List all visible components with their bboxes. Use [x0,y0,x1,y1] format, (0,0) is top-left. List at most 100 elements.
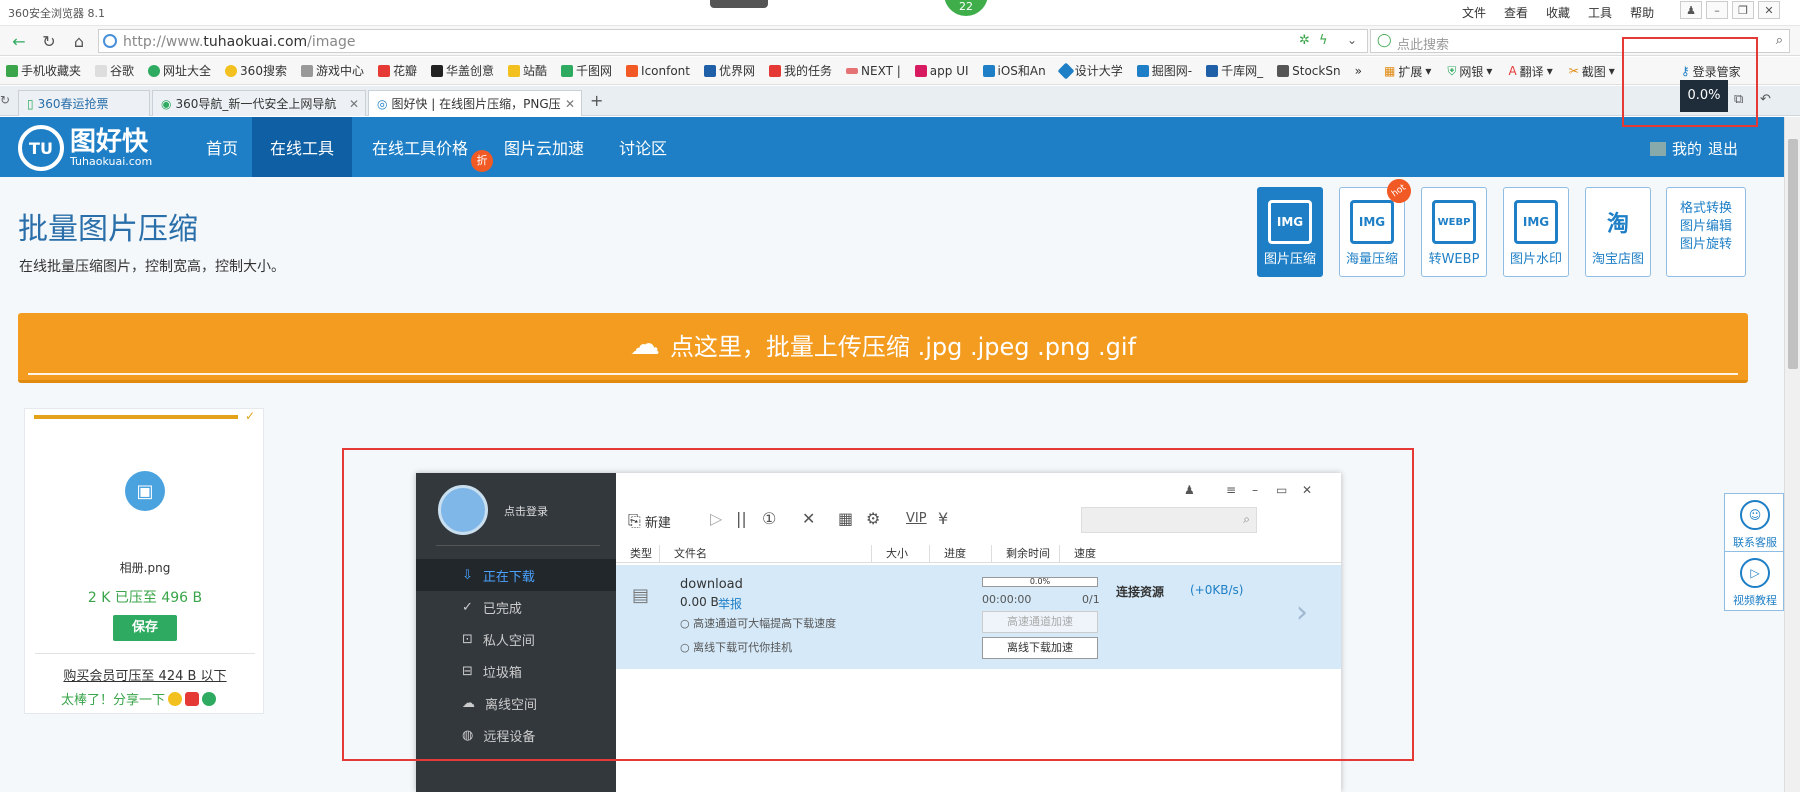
wechat-icon[interactable] [202,691,217,706]
link-format-convert[interactable]: 格式转换 [1667,200,1745,218]
bookmark-iconfont[interactable]: Iconfont [626,64,690,78]
circle-icon [225,64,238,77]
refresh-icon[interactable]: ↻ [38,30,60,52]
extension-button[interactable]: ▦ 扩展 ▾ [1384,63,1431,80]
bookmark-next[interactable]: NEXT | [846,64,901,78]
bookmark-uisdc[interactable]: 优界网 [704,62,755,79]
logo-mark: TU [18,125,64,171]
menu-tools[interactable]: 工具 [1588,4,1612,21]
bookmark-zcool[interactable]: 站酷 [508,62,547,79]
top-handle[interactable] [710,0,768,8]
bookmark-tasks[interactable]: 我的任务 [769,62,832,79]
close-tab-icon[interactable]: ✕ [565,97,575,111]
bookmark-sites[interactable]: 网址大全 [148,62,211,79]
scrollbar-thumb[interactable] [1788,139,1798,369]
security-icon[interactable]: ✲ [1299,33,1310,48]
video-tutorial-button[interactable]: ▷ 视频教程 [1725,552,1785,610]
speed-icon[interactable]: ϟ [1319,33,1328,48]
maximize-button[interactable]: ❐ [1732,1,1754,19]
browser-title: 360安全浏览器 8.1 [8,7,105,20]
logo-domain: Tuhaokuai.com [70,154,153,168]
divider [35,653,255,654]
bookmark-huaban[interactable]: 花瓣 [377,62,417,79]
bookmark-more[interactable]: » [1355,64,1362,78]
bookmark-google[interactable]: 谷歌 [95,62,134,79]
cloud-icon [1136,64,1149,77]
menu-file[interactable]: 文件 [1462,4,1486,21]
bookmark-juetu[interactable]: 掘图网- [1136,62,1192,79]
save-button[interactable]: 保存 [113,615,177,641]
taobao-icon: 淘 [1606,212,1629,237]
image-icon: IMG [1268,200,1312,244]
bookmark-design[interactable]: 设计大学 [1057,62,1123,79]
camera-icon [1277,64,1290,77]
search-engine-icon[interactable]: ◯ [1377,33,1392,48]
my-account-link[interactable]: 我的 [1672,138,1702,159]
nav-pricing[interactable]: 在线工具价格 [360,117,480,177]
highlight-box [342,448,1414,761]
translate-button[interactable]: A 翻译 ▾ [1508,63,1552,80]
qzone-icon[interactable] [168,691,183,706]
vip-link[interactable]: 购买会员可压至 424 B 以下 [25,665,265,684]
scrollbar[interactable] [1784,117,1800,792]
upload-label: 点这里，批量上传压缩 .jpg .jpeg .png .gif [669,332,1137,361]
url-field[interactable]: http://www.tuhaokuai.com/image ✲ ϟ ⌄ [98,29,1368,53]
bookmark-58pic[interactable]: 千图网 [561,62,612,79]
bookmark-ios[interactable]: iOS和An [982,62,1046,79]
minimize-button[interactable]: – [1706,1,1728,19]
share-label: 太棒了！分享一下 [61,693,166,708]
g-icon [430,64,443,77]
check-icon: ✓ [245,409,256,423]
bookmark-stocksnap[interactable]: StockSn [1277,64,1341,78]
diamond-icon [1057,62,1075,79]
url-text[interactable]: http://www.tuhaokuai.com/image [123,34,355,50]
site-logo[interactable]: TU 图好快 Tuhaokuai.com [18,125,152,171]
link-image-rotate[interactable]: 图片旋转 [1667,236,1745,254]
home-icon[interactable]: ⌂ [68,30,90,52]
tab-ticket[interactable]: ▯ 360春运抢票 [18,90,150,116]
tool-watermark[interactable]: IMG 图片水印 [1503,187,1569,277]
avatar [1650,141,1666,156]
tab-nav[interactable]: ◉ 360导航_新一代安全上网导航 ✕ [152,90,366,116]
menu-favorites[interactable]: 收藏 [1546,4,1570,21]
bookmark-360search[interactable]: 360搜索 [225,62,287,79]
undo-icon[interactable]: ↶ [1760,92,1771,107]
menu-view[interactable]: 查看 [1504,4,1528,21]
scissors-icon: ✂ [1568,64,1579,78]
tool-webp[interactable]: WEBP 转WEBP [1421,187,1487,277]
back-icon[interactable]: ← [8,30,30,52]
search-icon[interactable]: ⌕ [1776,33,1783,48]
screenshot-button[interactable]: ✂ 截图 ▾ [1569,63,1615,80]
gamepad-icon [300,64,313,77]
browser-menu: 文件 查看 收藏 工具 帮助 [1462,3,1654,21]
dropdown-icon[interactable]: ⌄ [1347,33,1357,47]
nav-home[interactable]: 首页 [190,117,254,177]
watermark-icon: IMG [1514,200,1558,244]
close-button[interactable]: ✕ [1758,1,1780,19]
file-card: ✓ ▣ 相册.png 2 K 已压至 496 B 保存 购买会员可压至 424 … [24,408,264,714]
bars-icon [704,64,716,77]
bookmark-appui[interactable]: app UI [914,64,969,78]
tab-tuhaokuai[interactable]: ◎ 图好快 | 在线图片压缩，PNG压 ✕ [368,90,582,116]
ebank-button[interactable]: ⛨ 网银 ▾ [1447,63,1492,80]
logout-link[interactable]: 退出 [1708,138,1738,159]
nav-cdn[interactable]: 图片云加速 [494,117,594,177]
skin-icon[interactable]: ♟ [1680,1,1702,19]
image-icon: ▣ [125,471,165,511]
tool-taobao[interactable]: 淘淘宝店图 [1585,187,1651,277]
bookmark-588ku[interactable]: 千库网_ [1206,62,1263,79]
new-tab-icon[interactable]: + [590,91,603,110]
bookmark-mobile[interactable]: 手机收藏夹 [6,62,81,79]
upload-button[interactable]: ☁ 点这里，批量上传压缩 .jpg .jpeg .png .gif [18,313,1748,383]
link-image-edit[interactable]: 图片编辑 [1667,218,1745,236]
menu-help[interactable]: 帮助 [1630,4,1654,21]
tab-history-icon[interactable]: ↻ [0,93,10,107]
close-tab-icon[interactable]: ✕ [349,97,359,111]
bookmark-gettyimages[interactable]: 华盖创意 [430,62,494,79]
customer-service-button[interactable]: ☺ 联系客服 [1725,494,1785,552]
nav-forum[interactable]: 讨论区 [610,117,676,177]
bookmark-games[interactable]: 游戏中心 [300,62,364,79]
tool-compress[interactable]: IMG 图片压缩 [1257,187,1323,277]
weibo-icon[interactable] [185,691,200,706]
nav-online-tools[interactable]: 在线工具 [252,117,352,177]
